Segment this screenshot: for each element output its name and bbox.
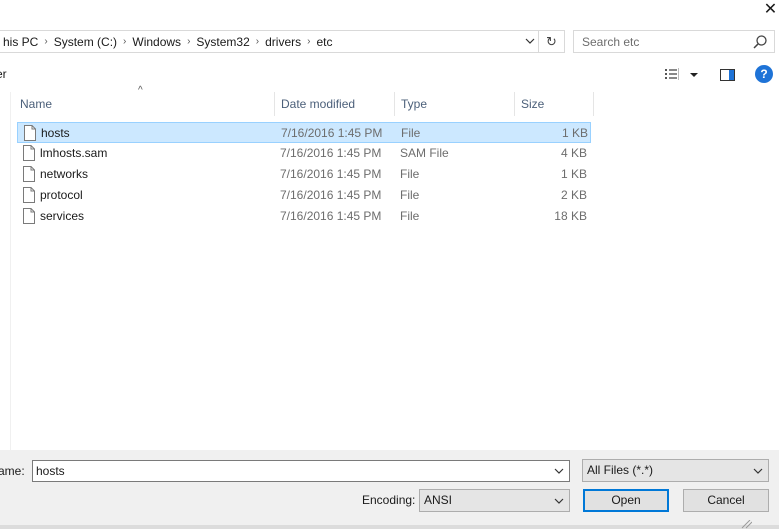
- new-folder-button[interactable]: er: [0, 67, 7, 81]
- search-input[interactable]: [574, 31, 749, 52]
- file-date: 7/16/2016 1:45 PM: [280, 188, 382, 202]
- file-name: networks: [40, 167, 89, 181]
- column-header-name[interactable]: Name: [14, 92, 274, 116]
- chevron-right-icon[interactable]: ›: [121, 36, 128, 47]
- chevron-down-icon[interactable]: [750, 461, 766, 481]
- filetype-value: All Files (*.*): [587, 463, 654, 477]
- file-name: services: [40, 209, 85, 223]
- details-view-icon: [665, 68, 698, 80]
- encoding-value: ANSI: [424, 493, 453, 507]
- change-view-button[interactable]: [664, 66, 700, 84]
- file-row-lmhosts-sam[interactable]: lmhosts.sam 7/16/2016 1:45 PM SAM File 4…: [17, 143, 591, 164]
- breadcrumb: his PC › System (C:) › Windows › System3…: [0, 31, 336, 52]
- refresh-icon[interactable]: ↻: [538, 31, 564, 52]
- chevron-down-icon[interactable]: [522, 31, 538, 52]
- address-bar[interactable]: his PC › System (C:) › Windows › System3…: [0, 30, 565, 53]
- file-date: 7/16/2016 1:45 PM: [281, 126, 383, 140]
- chevron-down-icon[interactable]: [551, 491, 567, 511]
- file-icon: [23, 187, 35, 203]
- file-row-hosts[interactable]: hosts 7/16/2016 1:45 PM File 1 KB: [17, 122, 591, 143]
- breadcrumb-etc[interactable]: etc: [312, 35, 336, 49]
- file-type: File: [400, 167, 420, 181]
- column-header-size[interactable]: Size: [515, 92, 593, 116]
- help-button[interactable]: ?: [755, 65, 773, 83]
- column-header-date-modified[interactable]: Date modified: [275, 92, 394, 116]
- file-size: 18 KB: [554, 209, 587, 223]
- breadcrumb-drivers[interactable]: drivers: [261, 35, 305, 49]
- navigation-pane[interactable]: [0, 92, 10, 450]
- chevron-right-icon[interactable]: ›: [42, 36, 49, 47]
- file-date: 7/16/2016 1:45 PM: [280, 209, 382, 223]
- filetype-select[interactable]: All Files (*.*): [582, 459, 769, 482]
- preview-pane-icon[interactable]: [719, 66, 737, 84]
- file-name: hosts: [41, 126, 70, 140]
- file-type: SAM File: [400, 146, 449, 160]
- file-row-services[interactable]: services 7/16/2016 1:45 PM File 18 KB: [17, 206, 591, 227]
- pane-divider[interactable]: [10, 92, 11, 450]
- file-size: 2 KB: [560, 188, 587, 202]
- cancel-button[interactable]: Cancel: [683, 489, 769, 512]
- filename-combobox[interactable]: [32, 460, 570, 482]
- search-box[interactable]: [573, 30, 775, 53]
- file-icon: [23, 145, 35, 161]
- breadcrumb-windows[interactable]: Windows: [128, 35, 185, 49]
- chevron-down-icon[interactable]: [551, 461, 567, 481]
- encoding-select[interactable]: ANSI: [419, 489, 570, 512]
- file-icon: [23, 166, 35, 182]
- window-bottom-edge: [0, 525, 779, 529]
- column-header-type[interactable]: Type: [395, 92, 514, 116]
- file-row-networks[interactable]: networks 7/16/2016 1:45 PM File 1 KB: [17, 164, 591, 185]
- encoding-label: Encoding:: [362, 493, 416, 507]
- file-icon: [24, 125, 36, 141]
- file-size: 1 KB: [561, 126, 588, 140]
- open-button[interactable]: Open: [583, 489, 669, 512]
- breadcrumb-system-c[interactable]: System (C:): [50, 35, 121, 49]
- column-divider[interactable]: [593, 92, 594, 116]
- file-date: 7/16/2016 1:45 PM: [280, 146, 382, 160]
- resize-grip-icon[interactable]: [740, 520, 752, 529]
- file-type: File: [400, 209, 420, 223]
- file-row-protocol[interactable]: protocol 7/16/2016 1:45 PM File 2 KB: [17, 185, 591, 206]
- chevron-right-icon[interactable]: ›: [254, 36, 261, 47]
- file-type: File: [400, 188, 420, 202]
- file-type: File: [401, 126, 421, 140]
- search-icon[interactable]: [752, 34, 768, 50]
- file-size: 1 KB: [560, 167, 587, 181]
- filename-input[interactable]: [33, 461, 548, 481]
- file-icon: [23, 208, 35, 224]
- column-headers: Name Date modified Type Size: [14, 92, 594, 116]
- close-button[interactable]: ✕: [762, 0, 779, 20]
- chevron-right-icon[interactable]: ›: [185, 36, 192, 47]
- breadcrumb-system32[interactable]: System32: [192, 35, 253, 49]
- chevron-right-icon[interactable]: ›: [305, 36, 312, 47]
- file-name: protocol: [40, 188, 83, 202]
- file-date: 7/16/2016 1:45 PM: [280, 167, 382, 181]
- filename-label: ame:: [0, 464, 25, 478]
- file-size: 4 KB: [560, 146, 587, 160]
- file-name: lmhosts.sam: [40, 146, 108, 160]
- breadcrumb-this-pc[interactable]: his PC: [0, 35, 42, 49]
